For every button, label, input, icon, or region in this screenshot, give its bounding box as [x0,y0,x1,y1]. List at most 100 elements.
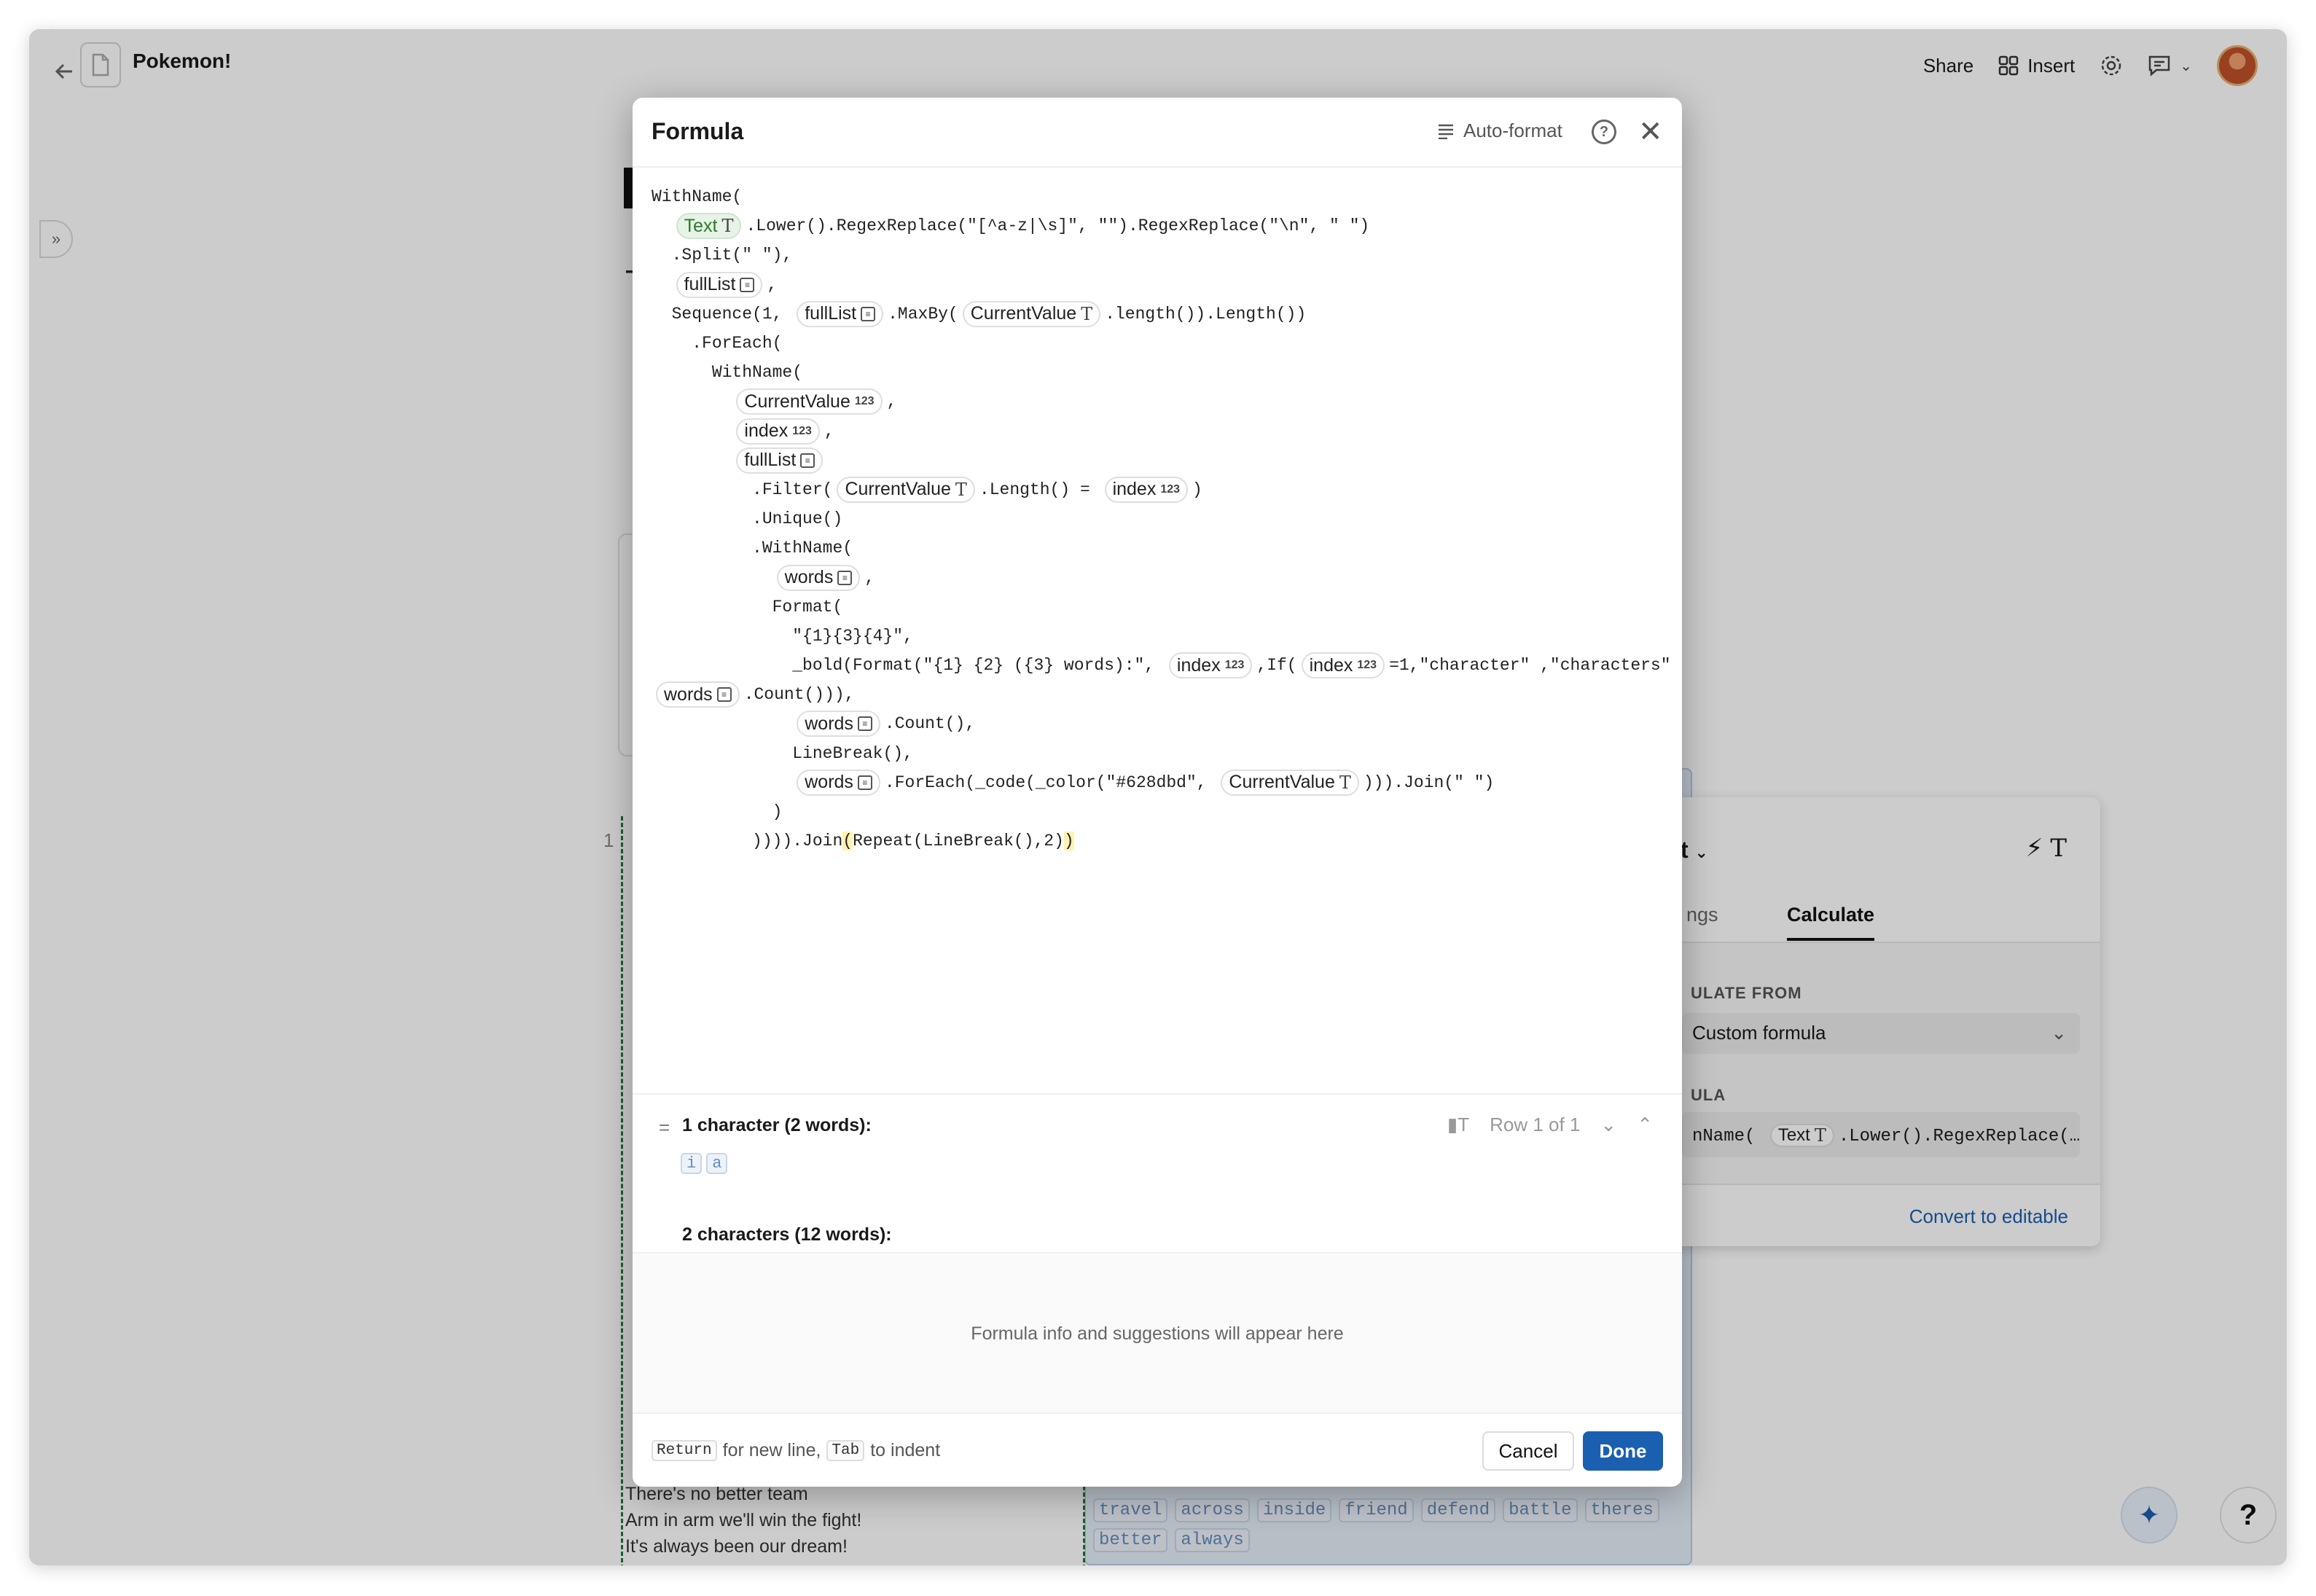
return-key: Return [652,1440,717,1461]
matched-paren: ( [842,832,853,851]
chevron-down-icon[interactable]: ⌄ [1600,1114,1616,1136]
code-line[interactable]: Text T .Lower().RegexReplace("[^a-z|\s]", … [652,211,1664,240]
code-line[interactable]: words ≡ .Count(), [652,709,1664,738]
align-left-icon [1439,124,1453,139]
code-line[interactable]: _bold(Format("{1} {2} ({3} words):", ind… [652,651,1682,680]
result-controls: ▮T Row 1 of 1 ⌄ ⌃ [1447,1114,1653,1136]
code-line[interactable]: index 123, [652,417,1664,446]
formula-reference-chip[interactable]: CurrentValue T [962,300,1101,327]
formula-reference-chip[interactable]: index 123 [1168,652,1253,679]
formula-info-text: Formula info and suggestions will appear… [971,1323,1344,1344]
code-text: =1,"character" ,"characters" ), [1389,656,1682,676]
equals-icon: = [659,1116,670,1138]
code-line[interactable]: CurrentValue 123, [652,387,1664,416]
code-line[interactable]: LineBreak(), [652,739,1664,768]
formula-reference-chip[interactable]: fullList ≡ [797,300,884,327]
cancel-button[interactable]: Cancel [1482,1431,1574,1471]
modal-footer: Return for new line, Tab to indent Cance… [633,1412,1682,1487]
formula-reference-chip[interactable]: words ≡ [776,564,861,591]
code-text: .Length() = [979,480,1100,499]
modal-title: Formula [652,118,744,144]
done-button[interactable]: Done [1583,1431,1663,1471]
code-line[interactable]: WithName( [652,182,1664,211]
formula-reference-chip[interactable]: words ≡ [797,769,880,796]
formula-info-area: Formula info and suggestions will appear… [633,1252,1682,1412]
code-text: , [886,392,897,412]
code-line[interactable]: .Split(" "), [652,240,1664,270]
code-line[interactable]: WithName( [652,358,1664,387]
list-type-icon: ≡ [740,277,755,292]
formula-reference-chip[interactable]: CurrentValue 123 [736,388,883,415]
word-chip: a [706,1153,728,1174]
formula-reference-chip[interactable]: index 123 [1104,476,1189,503]
code-line[interactable]: words ≡ .ForEach(_code(_color("#628dbd", C… [652,768,1664,797]
code-line[interactable]: .Filter(CurrentValue T .Length() = index 12… [652,475,1664,504]
code-text: .Filter( [652,480,833,499]
code-text: Repeat(LineBreak(),2) [853,832,1064,851]
display-type-icon[interactable]: ▮T [1447,1114,1469,1136]
code-text: )))).Join [652,832,843,851]
result-heading: 1 character (2 words): [682,1115,872,1135]
formula-reference-chip[interactable]: words ≡ [797,711,880,738]
code-text: .Unique() [652,509,843,529]
code-text: ) [652,802,783,822]
code-line[interactable]: fullList ≡ [652,446,1664,475]
code-text: "{1}{3}{4}", [652,626,913,646]
code-text: .Lower().RegexReplace("[^a-z|\s]", "").R… [746,216,1370,236]
list-type-icon: ≡ [857,775,872,790]
code-line[interactable]: words ≡, [652,563,1664,592]
number-type-icon: 123 [1224,659,1245,672]
formula-reference-chip[interactable]: index 123 [736,418,820,445]
chevron-up-icon[interactable]: ⌃ [1637,1114,1653,1136]
code-line[interactable]: "{1}{3}{4}", [652,622,1664,651]
result-heading: 2 characters (12 words): [682,1224,892,1245]
formula-reference-chip[interactable]: CurrentValue T [837,476,975,503]
code-text: WithName( [652,363,803,383]
hint-text: for new line, [722,1440,821,1460]
text-type-icon: T [1081,303,1093,324]
code-line[interactable]: )))).Join(Repeat(LineBreak(),2)) [652,826,1664,856]
code-line[interactable]: words ≡ .Count())), [652,680,1664,709]
code-text: .Split(" "), [652,246,793,265]
number-type-icon: 123 [1160,482,1181,496]
code-text: Format( [652,597,843,617]
formula-reference-chip[interactable]: index 123 [1301,652,1385,679]
auto-format-label: Auto-format [1463,120,1562,141]
code-line[interactable]: .Unique() [652,504,1664,533]
formula-reference-chip[interactable]: Text T [676,213,742,240]
formula-reference-chip[interactable]: CurrentValue T [1221,769,1359,796]
modal-header: Formula Auto-format ? ✕ [633,98,1682,168]
matched-paren: ) [1063,832,1074,851]
code-line[interactable]: fullList ≡, [652,270,1664,300]
code-text: .length()).Length()) [1105,304,1307,324]
tab-key: Tab [826,1440,865,1461]
close-icon[interactable]: ✕ [1638,115,1663,149]
text-type-icon: T [955,479,967,500]
result-word-chips: ia [681,1153,728,1174]
auto-format-button[interactable]: Auto-format [1437,120,1562,142]
number-type-icon: 123 [854,395,875,408]
code-line[interactable]: .WithName( [652,533,1664,563]
formula-reference-chip[interactable]: words ≡ [656,681,740,708]
formula-editor[interactable]: WithName( Text T .Lower().RegexReplace("[^… [652,182,1682,856]
code-text: , [767,275,778,294]
code-line[interactable]: Format( [652,592,1664,622]
keyboard-hint: Return for new line, Tab to indent [652,1440,940,1461]
formula-modal: Formula Auto-format ? ✕ WithName( Text T.… [633,98,1682,1487]
code-line[interactable]: ) [652,797,1664,826]
formula-reference-chip[interactable]: fullList ≡ [676,271,763,298]
code-text: .MaxBy( [888,304,958,324]
text-type-icon: T [721,216,734,237]
code-text: ))).Join(" ") [1363,772,1495,792]
list-type-icon: ≡ [861,306,876,321]
code-line[interactable]: .ForEach( [652,329,1664,358]
formula-reference-chip[interactable]: fullList ≡ [736,447,823,474]
code-line[interactable]: Sequence(1, fullList ≡ .MaxBy(CurrentValue… [652,300,1664,329]
code-text: , [864,568,875,587]
help-circle-icon[interactable]: ? [1592,120,1616,144]
